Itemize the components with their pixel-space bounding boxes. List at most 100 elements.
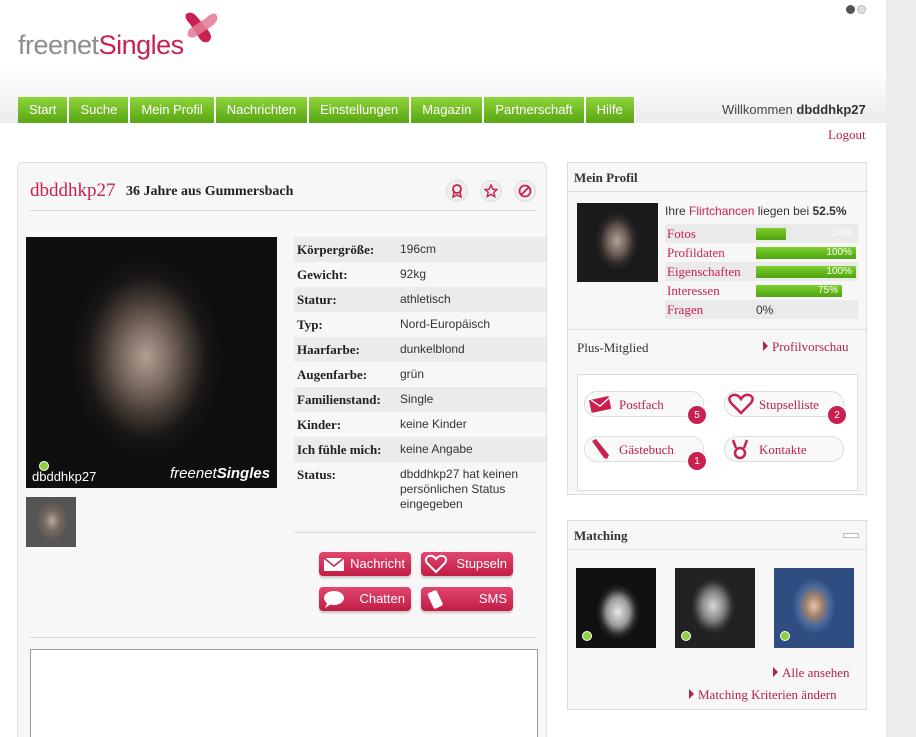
detail-value: dunkelblond bbox=[400, 342, 465, 356]
profile-card: dbddhkp27 36 Jahre aus Gummersbach dbddh… bbox=[17, 162, 547, 737]
divider bbox=[30, 637, 536, 638]
photo-thumbnail[interactable] bbox=[26, 497, 76, 547]
nav-suche[interactable]: Suche bbox=[69, 97, 131, 123]
kontakte-button[interactable]: Kontakte bbox=[724, 436, 844, 462]
arrow-right-icon bbox=[689, 689, 694, 699]
nav-nachrichten[interactable]: Nachrichten bbox=[215, 97, 310, 123]
photo-username: dbddhkp27 bbox=[32, 469, 97, 484]
quick-links: Postfach 5 Stupselliste 2 Gästebuch 1 Ko… bbox=[577, 374, 858, 491]
change-criteria-label: Matching Kriterien ändern bbox=[698, 687, 837, 702]
flirtchancen-link[interactable]: Flirtchancen bbox=[689, 204, 754, 218]
stat-label-eigenschaften[interactable]: Eigenschaften bbox=[665, 264, 756, 280]
envelope-icon bbox=[588, 396, 612, 413]
membership-status: Plus-Mitglied bbox=[577, 340, 649, 355]
own-profile-photo[interactable] bbox=[577, 203, 658, 282]
see-all-link[interactable]: Alle ansehen bbox=[773, 665, 850, 681]
change-criteria-link[interactable]: Matching Kriterien ändern bbox=[689, 687, 837, 703]
detail-row: Typ: Nord-Europäisch bbox=[294, 312, 546, 337]
chat-bubble-icon bbox=[324, 591, 344, 608]
divider bbox=[568, 329, 866, 330]
nav-partnerschaft[interactable]: Partnerschaft bbox=[484, 97, 586, 123]
see-all-label: Alle ansehen bbox=[782, 665, 850, 680]
logo-mark-icon bbox=[185, 12, 218, 43]
block-icon[interactable] bbox=[514, 180, 536, 202]
profile-preview-link[interactable]: Profilvorschau bbox=[763, 339, 849, 355]
pen-icon bbox=[592, 439, 609, 459]
detail-value: Nord-Europäisch bbox=[400, 317, 491, 331]
dot-active-icon[interactable] bbox=[846, 5, 855, 14]
sms-button[interactable]: SMS bbox=[421, 587, 513, 611]
flirt-mid: liegen bei bbox=[757, 204, 810, 218]
detail-row: Haarfarbe: dunkelblond bbox=[294, 337, 546, 362]
flirt-prefix: Ihre bbox=[665, 204, 686, 218]
stat-label-profildaten[interactable]: Profildaten bbox=[665, 245, 756, 261]
stat-label-fragen[interactable]: Fragen bbox=[665, 302, 756, 318]
match-photo[interactable] bbox=[774, 568, 854, 648]
nav-start[interactable]: Start bbox=[18, 97, 70, 123]
gaestebuch-label: Gästebuch bbox=[619, 442, 674, 457]
chat-button[interactable]: Chatten bbox=[319, 587, 411, 611]
message-area[interactable] bbox=[30, 649, 538, 737]
logo[interactable]: freenetSingles bbox=[18, 8, 228, 72]
logout-link[interactable]: Logout bbox=[828, 127, 866, 143]
nav-magazin[interactable]: Magazin bbox=[411, 97, 485, 123]
dot-icon[interactable] bbox=[857, 5, 866, 14]
gaestebuch-button[interactable]: Gästebuch bbox=[584, 436, 704, 462]
stat-row: Eigenschaften 100% bbox=[665, 262, 858, 281]
heart-icon bbox=[728, 393, 754, 415]
detail-label: Augenfarbe: bbox=[297, 367, 368, 382]
progress-text: 0% bbox=[756, 302, 774, 317]
kontakte-label: Kontakte bbox=[759, 442, 807, 457]
profile-completeness: Fotos 10% Profildaten 100% Eigenschaften 10… bbox=[665, 224, 858, 319]
detail-label: Familienstand: bbox=[297, 392, 381, 407]
slide-dots[interactable] bbox=[846, 3, 868, 17]
logo-part1: freenet bbox=[18, 30, 99, 60]
flirt-chance-text: Ihre Flirtchancen liegen bei 52.5% bbox=[665, 204, 847, 218]
match-photo[interactable] bbox=[675, 568, 755, 648]
match-photo[interactable] bbox=[576, 568, 656, 648]
stat-label-interessen[interactable]: Interessen bbox=[665, 283, 756, 299]
star-icon[interactable] bbox=[480, 180, 502, 202]
detail-label: Haarfarbe: bbox=[297, 342, 360, 357]
profile-preview-label: Profilvorschau bbox=[772, 339, 849, 354]
stat-label-fotos[interactable]: Fotos bbox=[665, 226, 756, 242]
detail-value: keine Kinder bbox=[400, 417, 467, 431]
mein-profil-box: Mein Profil Ihre Flirtchancen liegen bei… bbox=[567, 162, 867, 495]
stupsen-button[interactable]: Stupseln bbox=[421, 552, 513, 576]
detail-row: Augenfarbe: grün bbox=[294, 362, 546, 387]
progress-text: 10% bbox=[831, 227, 852, 239]
detail-label: Status: bbox=[297, 467, 337, 482]
matching-box: Matching Alle ansehen Matching Kriterien… bbox=[567, 520, 867, 710]
page-margin bbox=[886, 0, 916, 737]
badge-icon[interactable] bbox=[446, 180, 468, 202]
stat-row: Fotos 10% bbox=[665, 224, 858, 243]
stupselliste-button[interactable]: Stupselliste bbox=[724, 391, 844, 417]
divider bbox=[568, 549, 866, 550]
detail-row: Status: dbddhkp27 hat keinen persönlichen… bbox=[294, 462, 546, 512]
progress-text: 75% bbox=[817, 284, 838, 296]
phone-icon bbox=[427, 590, 443, 609]
nav-einstellungen[interactable]: Einstellungen bbox=[309, 97, 412, 123]
progress-bar: 10% bbox=[756, 227, 856, 240]
main-nav: Start Suche Mein Profil Nachrichten Eins… bbox=[18, 97, 636, 123]
message-button[interactable]: Nachricht bbox=[319, 552, 411, 576]
detail-label: Typ: bbox=[297, 317, 323, 332]
detail-row: Familienstand: Single bbox=[294, 387, 546, 412]
stat-row: Interessen 75% bbox=[665, 281, 858, 300]
nav-hilfe[interactable]: Hilfe bbox=[585, 97, 636, 123]
welcome-user: dbddhkp27 bbox=[796, 102, 866, 117]
online-indicator-icon bbox=[780, 631, 790, 641]
header: freenetSingles Start Suche Mein Profil N… bbox=[0, 0, 886, 123]
profile-details: Körpergröße: 196cm Gewicht: 92kg Statur: at… bbox=[294, 237, 546, 512]
profile-username: dbddhkp27 bbox=[30, 180, 116, 201]
postfach-button[interactable]: Postfach bbox=[584, 391, 704, 417]
profile-photo[interactable]: dbddhkp27 freenetSingles bbox=[26, 237, 277, 488]
stupselliste-count-badge: 2 bbox=[827, 405, 847, 425]
detail-value: 196cm bbox=[400, 242, 437, 256]
nav-mein-profil[interactable]: Mein Profil bbox=[130, 97, 216, 123]
mein-profil-title: Mein Profil bbox=[574, 170, 638, 185]
divider bbox=[568, 191, 866, 192]
detail-value: dbddhkp27 hat keinen persönlichen Status… bbox=[400, 467, 519, 511]
minimize-icon[interactable] bbox=[843, 533, 859, 538]
flirt-value: 52.5% bbox=[812, 204, 847, 218]
